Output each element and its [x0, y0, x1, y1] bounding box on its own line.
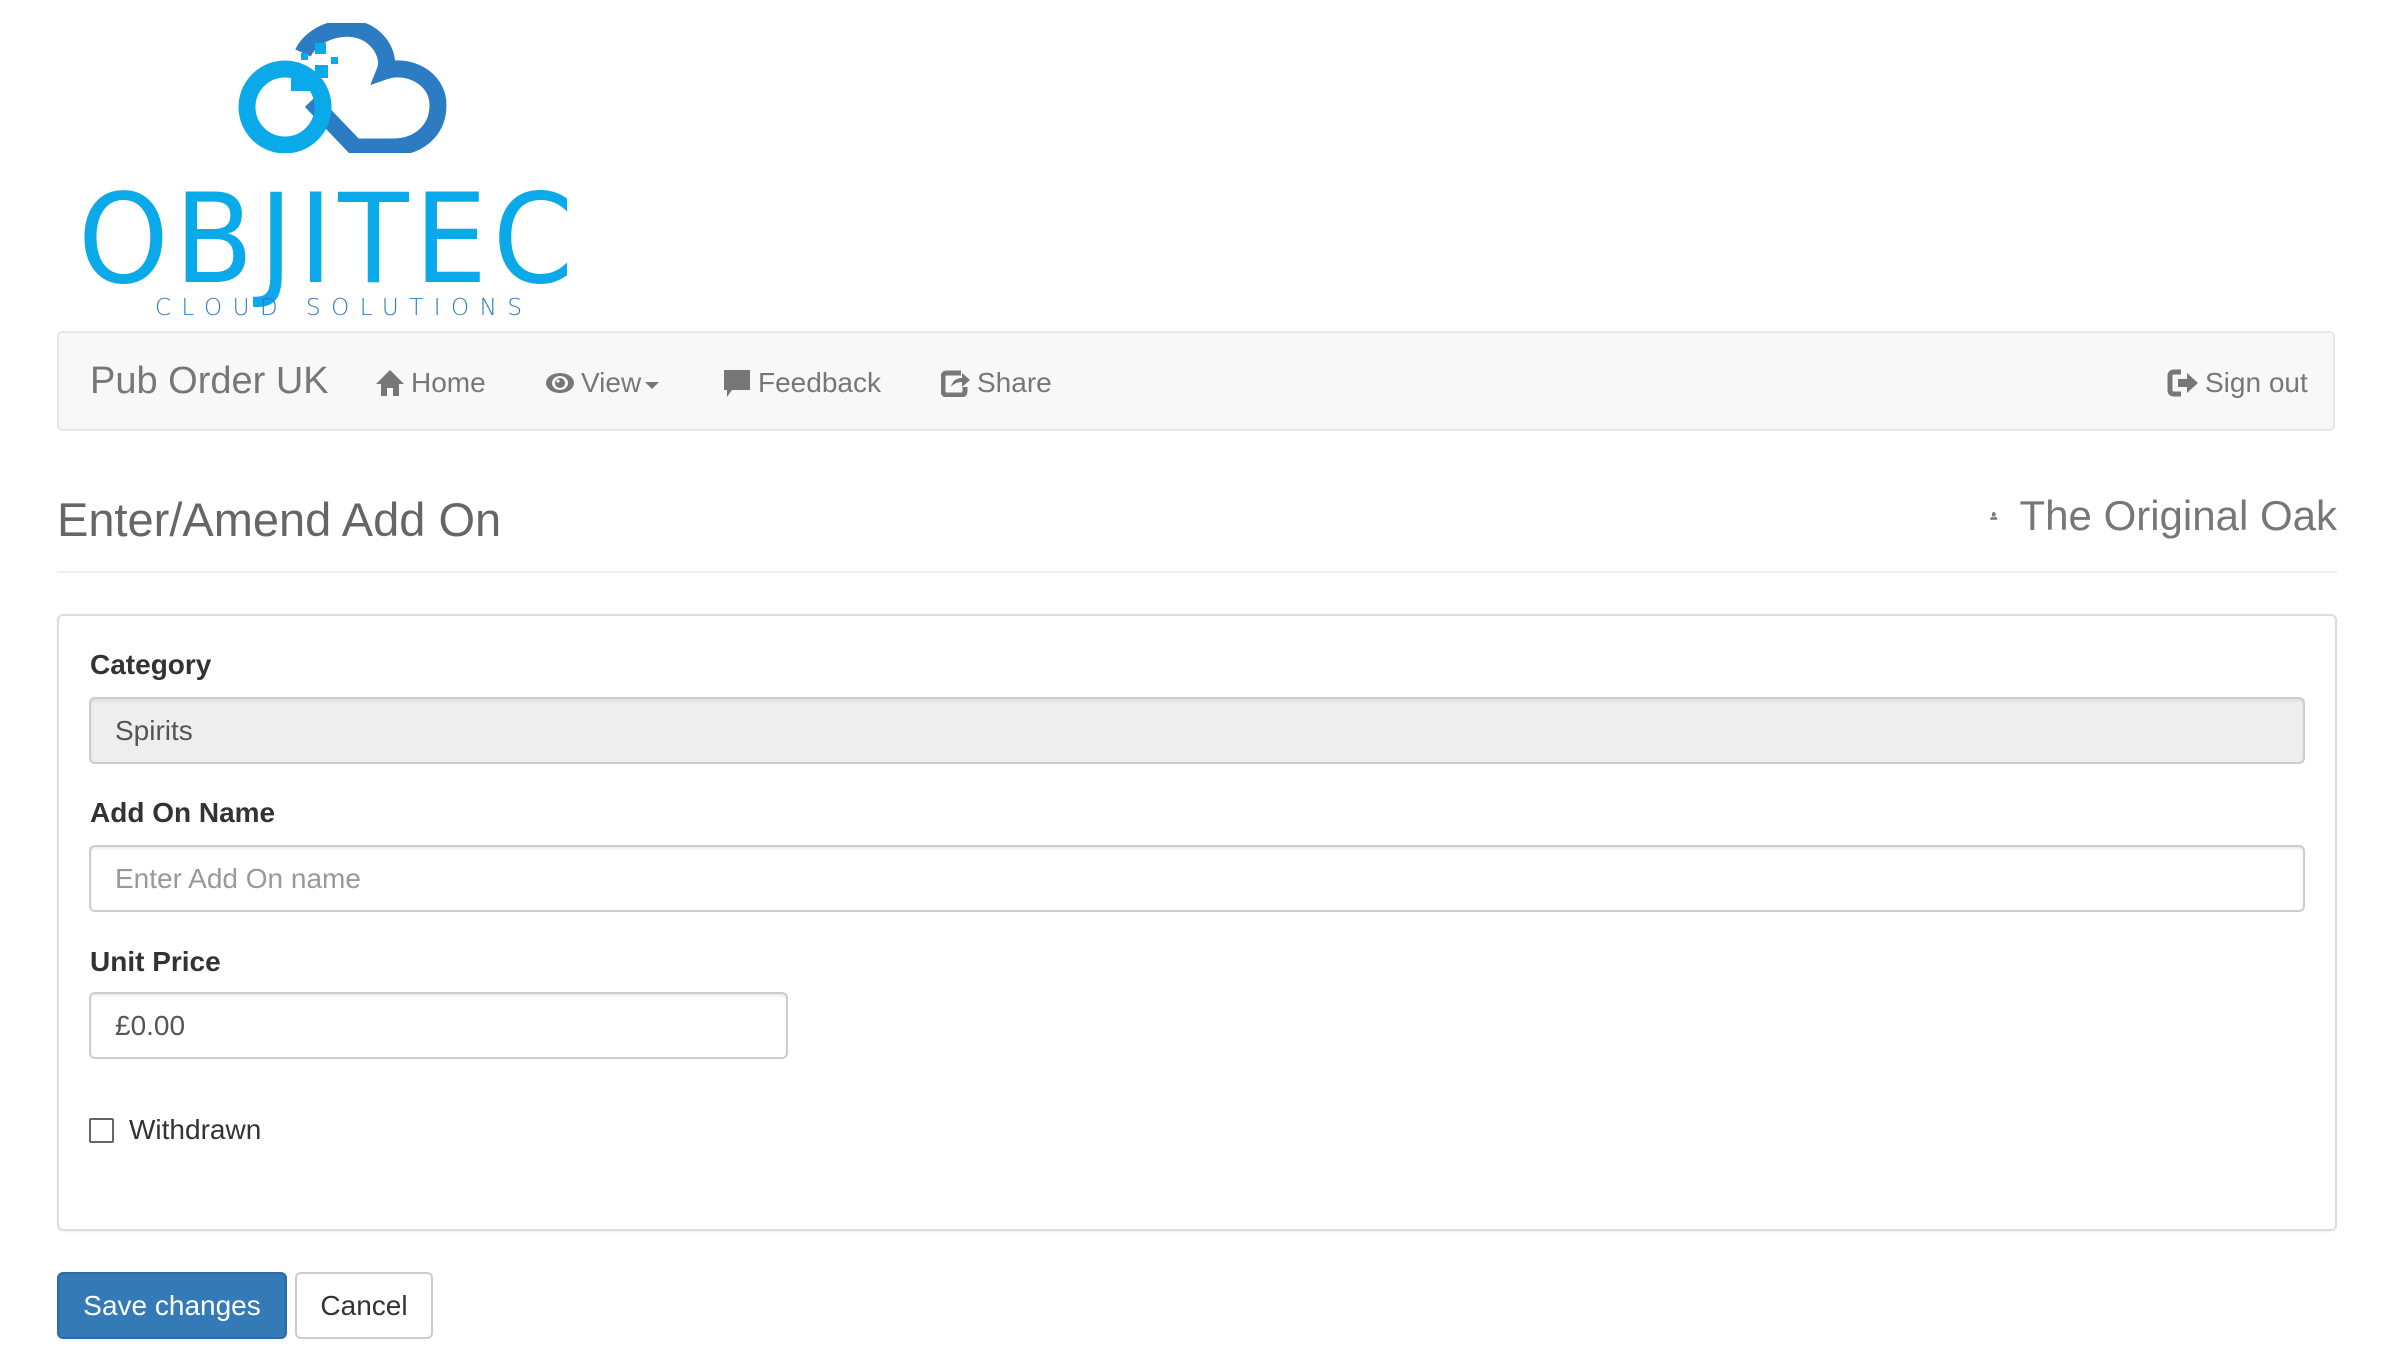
pixel-square [315, 43, 326, 54]
logo-wordmark: OBJITEC [78, 168, 579, 312]
nav-share[interactable]: Share [941, 363, 1052, 403]
add-on-name-label: Add On Name [90, 797, 276, 828]
venue-name: The Original Oak [1990, 490, 2337, 542]
nav-sign-out-label: Sign out [2205, 367, 2308, 398]
page-title: Enter/Amend Add On [57, 493, 502, 546]
pixel-square [301, 53, 308, 60]
logo-tagline: CLOUD SOLUTIONS [155, 295, 533, 321]
navbar: Pub Order UK Home View Feedback Share Si… [57, 331, 2335, 431]
comment-icon [724, 370, 750, 397]
eye-icon [546, 373, 574, 393]
nav-home[interactable]: Home [375, 363, 486, 403]
venue-label: The Original Oak [2019, 492, 2337, 539]
log-out-icon [2167, 369, 2198, 397]
pixel-square [331, 57, 338, 64]
unit-price-label: Unit Price [90, 946, 221, 977]
category-field[interactable] [89, 697, 2305, 764]
nav-view-label: View [581, 367, 642, 398]
withdrawn-checkbox[interactable] [89, 1118, 114, 1143]
pixel-square [315, 65, 328, 78]
withdrawn-label[interactable]: Withdrawn [129, 1114, 261, 1146]
add-on-name-input[interactable] [89, 845, 2305, 912]
nav-feedback[interactable]: Feedback [722, 363, 881, 403]
nav-feedback-label: Feedback [758, 367, 881, 398]
nav-share-label: Share [977, 367, 1052, 398]
user-icon [1990, 512, 1998, 520]
nav-sign-out[interactable]: Sign out [2167, 363, 2308, 403]
nav-view-dropdown[interactable]: View [545, 363, 660, 403]
cloud-infinity-icon [238, 23, 447, 153]
pixel-square [291, 71, 311, 91]
cancel-button[interactable]: Cancel [295, 1272, 433, 1339]
header-divider [57, 571, 2337, 573]
category-label: Category [90, 649, 212, 680]
caret-down-icon [645, 381, 660, 389]
objitec-logo: OBJITEC CLOUD SOLUTIONS [78, 20, 623, 320]
save-changes-button[interactable]: Save changes [57, 1272, 287, 1339]
unit-price-input[interactable] [89, 992, 788, 1059]
home-icon [376, 370, 404, 396]
nav-home-label: Home [411, 367, 486, 398]
nav-brand[interactable]: Pub Order UK [90, 361, 329, 401]
share-icon [941, 370, 970, 397]
